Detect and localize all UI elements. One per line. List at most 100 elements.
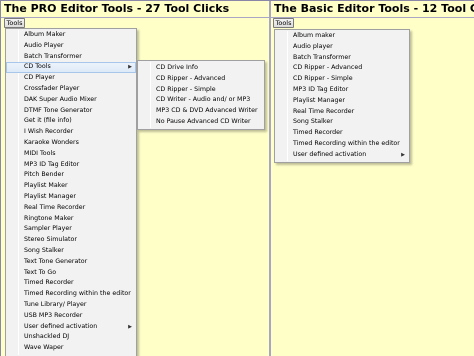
menu-item-user-defined-activation[interactable]: User defined activation ▶ (6, 322, 136, 333)
menu-item-batch-transformer[interactable]: Batch Transformer (6, 52, 136, 63)
menu-item-label: CD Player (24, 74, 55, 82)
menu-item-song-stalker[interactable]: Song Stalker (275, 117, 409, 128)
menu-item-label: Unshackled DJ (24, 333, 70, 341)
menu-item-label: CD Writer - Audio and/ or MP3 (156, 96, 251, 104)
menu-item-pitch-bender[interactable]: Pitch Bender (6, 170, 136, 181)
menu-item-album-maker[interactable]: Album maker (275, 31, 409, 42)
menu-item-label: Timed Recorder (24, 279, 74, 287)
menu-item-label: Audio player (293, 42, 333, 50)
menu-item-label: Playlist Manager (24, 192, 76, 200)
tools-menu-button[interactable]: Tools (4, 18, 25, 28)
menu-item-timed-recorder[interactable]: Timed Recorder (6, 278, 136, 289)
menu-item-label: Real Time Recorder (293, 107, 355, 115)
menu-item-label: Playlist Maker (24, 182, 68, 190)
menu-item-label: No Pause Advanced CD Writer (156, 117, 251, 125)
menu-item-dak-super-audio-mixer[interactable]: DAK Super Audio Mixer (6, 95, 136, 106)
menu-item-label: USB MP3 Recorder (24, 311, 83, 319)
menu-item-song-stalker[interactable]: Song Stalker (6, 246, 136, 257)
tools-menu-button[interactable]: Tools (273, 18, 294, 28)
menu-item-i-wish-recorder[interactable]: I Wish Recorder (6, 127, 136, 138)
menu-item-album-maker[interactable]: Album Maker (6, 30, 136, 41)
menu-item-sampler-player[interactable]: Sampler Player (6, 224, 136, 235)
menu-item-label: Batch Transformer (24, 52, 82, 60)
menu-item-label: Timed Recording within the editor (24, 290, 131, 298)
page: The PRO Editor Tools - 27 Tool Clicks To… (0, 0, 474, 356)
submenu-arrow-icon: ▶ (401, 151, 405, 158)
menu-item-no-pause-advanced-cd-writer[interactable]: No Pause Advanced CD Writer (138, 117, 264, 128)
menu-item-label: Song Stalker (24, 246, 64, 254)
menu-item-cd-drive-info[interactable]: CD Drive Info (138, 63, 264, 74)
menu-item-label: DTMF Tone Generator (24, 106, 93, 114)
menu-item-real-time-recorder[interactable]: Real Time Recorder (275, 107, 409, 118)
menu-item-user-defined-activation[interactable]: User defined activation ▶ (275, 150, 409, 161)
menu-item-label: Karaoke Wonders (24, 138, 79, 146)
menu-item-timed-recording-within-the-editor[interactable]: Timed Recording within the editor (6, 289, 136, 300)
menu-item-cd-ripper-simple[interactable]: CD Ripper - Simple (275, 74, 409, 85)
basic-tools-menu: Album maker Audio player Batch Transformer… (274, 29, 410, 163)
menu-item-label: Wave Waper (24, 344, 64, 352)
menu-item-label: DAK Super Audio Mixer (24, 95, 97, 103)
menu-item-label: CD Ripper - Advanced (156, 74, 226, 82)
menu-item-label: Get it (file info) (24, 117, 72, 125)
menu-item-mp3-cd-dvd-advanced-writer[interactable]: MP3 CD & DVD Advanced Writer (138, 106, 264, 117)
menu-item-label: Song Stalker (293, 118, 333, 126)
title-divider (271, 17, 474, 18)
menu-item-ringtone-maker[interactable]: Ringtone Maker (6, 214, 136, 225)
menu-item-label: Timed Recorder (293, 129, 343, 137)
menu-item-label: MP3 ID Tag Editor (24, 160, 80, 168)
menu-item-label: Sampler Player (24, 225, 72, 233)
pro-tools-menu: Album Maker Audio Player Batch Transformer… (5, 28, 137, 356)
menu-item-label: Batch Transformer (293, 53, 351, 61)
submenu-arrow-icon: ▶ (128, 64, 132, 71)
menu-item-get-it-file-info[interactable]: Get it (file info) (6, 116, 136, 127)
basic-panel-title: The Basic Editor Tools - 12 Tool Clicks (274, 2, 474, 15)
menu-item-playlist-manager[interactable]: Playlist Manager (275, 96, 409, 107)
menu-item-label: CD Drive Info (156, 64, 198, 71)
menu-item-label: Pitch Bender (24, 171, 64, 179)
menu-item-unshackled-dj[interactable]: Unshackled DJ (6, 332, 136, 343)
menu-item-label: Audio Player (24, 41, 64, 49)
menu-item-cd-writer-audio-and-or-mp3[interactable]: CD Writer - Audio and/ or MP3 (138, 95, 264, 106)
menu-item-cd-player[interactable]: CD Player (6, 73, 136, 84)
menu-item-mp3-id-tag-editor[interactable]: MP3 ID Tag Editor (275, 85, 409, 96)
menu-item-usb-mp3-recorder[interactable]: USB MP3 Recorder (6, 311, 136, 322)
submenu-arrow-icon: ▶ (128, 323, 132, 330)
menu-item-audio-player[interactable]: Audio Player (6, 41, 136, 52)
menu-item-label: Text To Go (24, 268, 57, 276)
menu-item-label: Playlist Manager (293, 96, 345, 104)
menu-item-batch-transformer[interactable]: Batch Transformer (275, 53, 409, 64)
menu-item-label: Stereo Simulator (24, 236, 77, 244)
menu-item-timed-recording-within-the-editor[interactable]: Timed Recording within the editor (275, 139, 409, 150)
basic-editor-panel: The Basic Editor Tools - 12 Tool Clicks … (269, 1, 474, 356)
menu-item-cd-tools[interactable]: CD Tools ▶ (6, 62, 136, 74)
menu-item-label: Timed Recording within the editor (293, 139, 400, 147)
menu-item-label: Crossfader Player (24, 84, 80, 92)
menu-item-stereo-simulator[interactable]: Stereo Simulator (6, 235, 136, 246)
menu-item-text-to-go[interactable]: Text To Go (6, 268, 136, 279)
pro-panel-title: The PRO Editor Tools - 27 Tool Clicks (4, 2, 230, 15)
menu-item-label: MP3 ID Tag Editor (293, 85, 349, 93)
menu-item-real-time-recorder[interactable]: Real Time Recorder (6, 203, 136, 214)
menu-item-karaoke-wonders[interactable]: Karaoke Wonders (6, 138, 136, 149)
menu-item-audio-player[interactable]: Audio player (275, 42, 409, 53)
menu-item-label: I Wish Recorder (24, 128, 74, 136)
menu-item-timed-recorder[interactable]: Timed Recorder (275, 128, 409, 139)
menu-item-playlist-manager[interactable]: Playlist Manager (6, 192, 136, 203)
title-divider (1, 17, 269, 18)
menu-item-cd-ripper-advanced[interactable]: CD Ripper - Advanced (138, 74, 264, 85)
menu-item-label: CD Ripper - Simple (156, 85, 216, 93)
menu-item-dtmf-tone-generator[interactable]: DTMF Tone Generator (6, 106, 136, 117)
menu-item-text-tone-generator[interactable]: Text Tone Generator (6, 257, 136, 268)
menu-item-label: CD Ripper - Advanced (293, 64, 363, 72)
menu-item-playlist-maker[interactable]: Playlist Maker (6, 181, 136, 192)
menu-item-cd-ripper-simple[interactable]: CD Ripper - Simple (138, 85, 264, 96)
menu-item-crossfader-player[interactable]: Crossfader Player (6, 84, 136, 95)
menu-item-wave-waper[interactable]: Wave Waper (6, 343, 136, 354)
menu-item-midi-tools[interactable]: MIDI Tools (6, 149, 136, 160)
menu-item-label: User defined activation (24, 322, 98, 330)
menu-item-label: Ringtone Maker (24, 214, 74, 222)
menu-item-cd-ripper-advanced[interactable]: CD Ripper - Advanced (275, 63, 409, 74)
menu-item-label: Album maker (293, 32, 336, 39)
menu-item-tune-library-player[interactable]: Tune Library/ Player (6, 300, 136, 311)
menu-item-mp3-id-tag-editor[interactable]: MP3 ID Tag Editor (6, 160, 136, 171)
